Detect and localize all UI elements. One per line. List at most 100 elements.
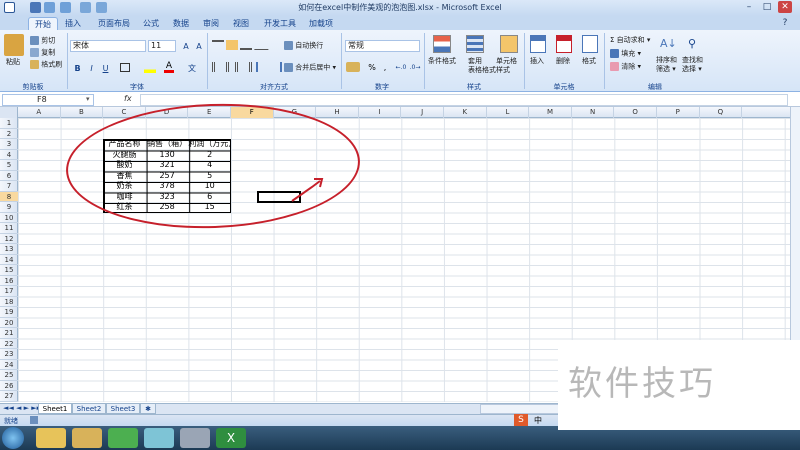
- grow-font-button[interactable]: A: [180, 40, 192, 51]
- row-header-15[interactable]: 15: [0, 265, 18, 276]
- phonetic-button[interactable]: 文: [184, 62, 200, 73]
- row-header-11[interactable]: 11: [0, 223, 18, 234]
- close-button[interactable]: ✕: [778, 1, 792, 13]
- sort-filter-icon[interactable]: A↓: [660, 36, 677, 52]
- clear-button[interactable]: 清除 ▾: [610, 62, 641, 72]
- maximize-button[interactable]: □: [760, 1, 774, 13]
- row-header-12[interactable]: 12: [0, 234, 18, 244]
- cut-button[interactable]: 剪切: [30, 36, 55, 46]
- find-select-icon[interactable]: ⚲: [684, 36, 700, 52]
- decrease-decimal-button[interactable]: .0→: [408, 61, 422, 72]
- column-header-k[interactable]: K: [444, 107, 487, 118]
- shrink-font-button[interactable]: A: [193, 40, 205, 51]
- increase-indent-icon[interactable]: [270, 62, 282, 72]
- tab-home[interactable]: 开始: [28, 17, 58, 30]
- tab-view[interactable]: 视图: [228, 17, 254, 30]
- autosum-button[interactable]: Σ 自动求和 ▾: [610, 36, 650, 45]
- align-center-icon[interactable]: [226, 62, 238, 72]
- row-header-3[interactable]: 3: [0, 139, 18, 150]
- tab-formulas[interactable]: 公式: [138, 17, 164, 30]
- italic-button[interactable]: I: [86, 62, 97, 73]
- row-header-1[interactable]: 1: [0, 118, 18, 129]
- row-header-25[interactable]: 25: [0, 370, 18, 381]
- conditional-format-icon[interactable]: [433, 35, 451, 53]
- taskbar-tool-icon[interactable]: [180, 428, 210, 448]
- column-header-b[interactable]: B: [61, 107, 104, 118]
- sheet-tab-sheet3[interactable]: Sheet3: [106, 404, 140, 414]
- currency-icon[interactable]: [346, 62, 360, 72]
- row-header-22[interactable]: 22: [0, 339, 18, 349]
- taskbar-app-icon[interactable]: [144, 428, 174, 448]
- align-top-icon[interactable]: [212, 40, 224, 50]
- tab-insert[interactable]: 插入: [60, 17, 86, 30]
- row-header-24[interactable]: 24: [0, 360, 18, 370]
- delete-cells-icon[interactable]: [556, 35, 572, 53]
- column-header-l[interactable]: L: [487, 107, 530, 118]
- font-size-select[interactable]: 11: [148, 40, 176, 52]
- bold-button[interactable]: B: [72, 62, 83, 73]
- row-header-23[interactable]: 23: [0, 349, 18, 360]
- cell-styles-button[interactable]: 单元格 样式: [496, 57, 517, 75]
- align-bottom-icon[interactable]: [240, 40, 252, 50]
- align-left-icon[interactable]: [212, 62, 224, 72]
- row-header-21[interactable]: 21: [0, 328, 18, 339]
- row-header-13[interactable]: 13: [0, 244, 18, 255]
- copy-button[interactable]: 复制: [30, 48, 55, 58]
- row-header-6[interactable]: 6: [0, 171, 18, 181]
- comma-button[interactable]: ,: [380, 61, 390, 72]
- fill-button[interactable]: 填充 ▾: [610, 49, 641, 59]
- paste-icon[interactable]: [4, 34, 24, 56]
- column-header-i[interactable]: I: [359, 107, 402, 118]
- decrease-indent-icon[interactable]: [256, 62, 268, 72]
- sheet-nav-icon[interactable]: ◄◄ ◄ ► ►►: [3, 404, 42, 412]
- wrap-text-button[interactable]: 自动换行: [284, 41, 323, 51]
- sheet-tab-sheet1[interactable]: Sheet1: [38, 404, 72, 414]
- column-header-p[interactable]: P: [657, 107, 700, 118]
- quick-access-icon[interactable]: [96, 2, 107, 13]
- paste-button[interactable]: 粘贴: [6, 58, 20, 67]
- tab-developer[interactable]: 开发工具: [260, 17, 300, 30]
- sheet-tab-sheet2[interactable]: Sheet2: [72, 404, 106, 414]
- tab-data[interactable]: 数据: [168, 17, 194, 30]
- tab-page-layout[interactable]: 页面布局: [92, 17, 136, 30]
- row-header-2[interactable]: 2: [0, 129, 18, 139]
- row-header-17[interactable]: 17: [0, 286, 18, 297]
- taskbar-wechat-icon[interactable]: [108, 428, 138, 448]
- insert-cells-button[interactable]: 插入: [530, 57, 544, 66]
- table-format-icon[interactable]: [466, 35, 484, 53]
- column-header-q[interactable]: Q: [700, 107, 743, 118]
- align-right-icon[interactable]: [240, 62, 252, 72]
- row-header-27[interactable]: 27: [0, 391, 18, 402]
- taskbar-excel-icon[interactable]: X: [216, 428, 246, 448]
- row-header-4[interactable]: 4: [0, 150, 18, 160]
- merge-center-button[interactable]: 合并后居中 ▾: [284, 63, 336, 73]
- border-icon[interactable]: [120, 63, 130, 72]
- name-box-dropdown-icon[interactable]: ▾: [86, 95, 90, 103]
- font-color-icon[interactable]: A: [164, 62, 174, 73]
- format-cells-icon[interactable]: [582, 35, 598, 53]
- sort-icon[interactable]: [80, 2, 91, 13]
- format-painter-button[interactable]: 格式刷: [30, 60, 62, 70]
- taskbar-browser-icon[interactable]: [36, 428, 66, 448]
- ime-logo-icon[interactable]: S: [514, 414, 528, 426]
- select-all-button[interactable]: [0, 107, 18, 118]
- column-header-h[interactable]: H: [316, 107, 359, 118]
- start-button-icon[interactable]: [2, 427, 24, 449]
- ime-mode[interactable]: 中: [534, 415, 542, 426]
- column-header-o[interactable]: O: [614, 107, 657, 118]
- name-box[interactable]: F8: [2, 94, 94, 106]
- number-format-select[interactable]: 常规: [345, 40, 420, 52]
- tab-addins[interactable]: 加载项: [304, 17, 338, 30]
- minimize-button[interactable]: –: [742, 1, 756, 13]
- function-icon[interactable]: fx: [124, 94, 132, 103]
- column-header-a[interactable]: A: [18, 107, 61, 118]
- row-header-14[interactable]: 14: [0, 255, 18, 265]
- insert-cells-icon[interactable]: [530, 35, 546, 53]
- conditional-format-button[interactable]: 条件格式: [428, 57, 456, 66]
- find-select-button[interactable]: 查找和 选择 ▾: [682, 56, 703, 74]
- row-header-19[interactable]: 19: [0, 307, 18, 318]
- align-middle-icon[interactable]: [226, 40, 238, 50]
- row-header-20[interactable]: 20: [0, 318, 18, 328]
- redo-icon[interactable]: [60, 2, 71, 13]
- underline-button[interactable]: U: [100, 62, 111, 73]
